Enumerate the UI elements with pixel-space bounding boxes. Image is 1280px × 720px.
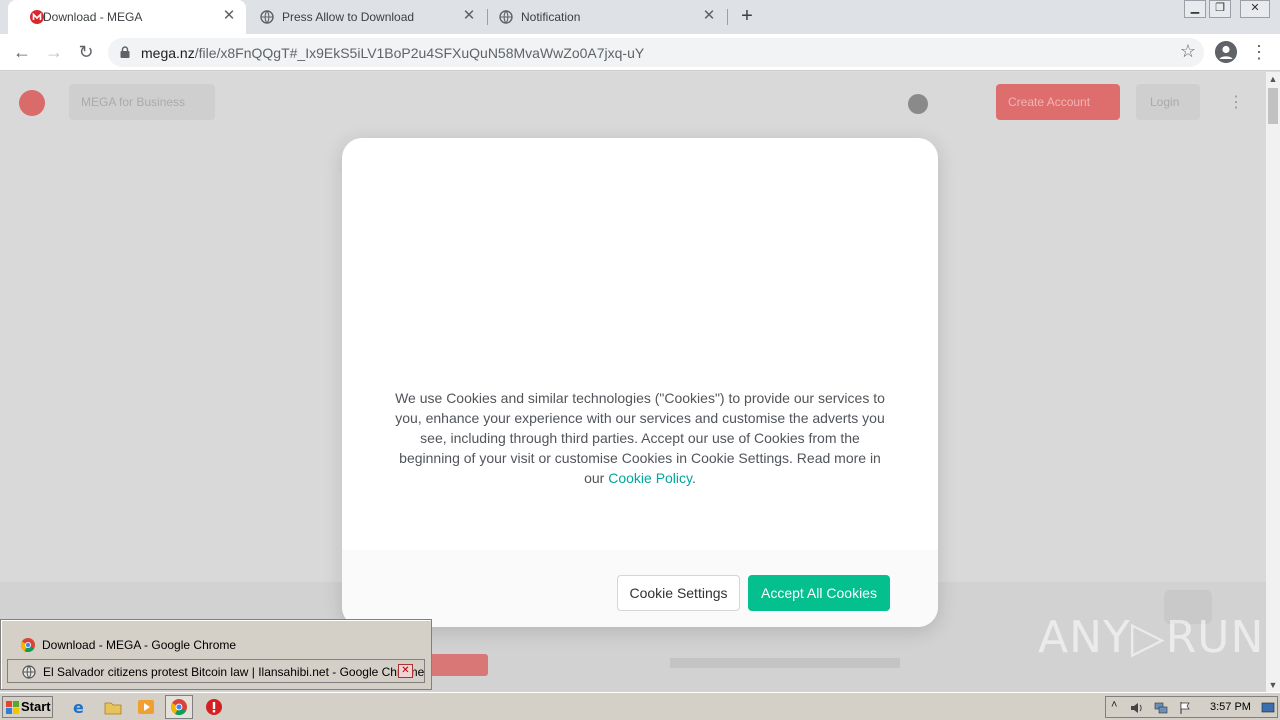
cookie-policy-link[interactable]: Cookie Policy <box>608 470 692 486</box>
lock-icon <box>120 46 130 58</box>
windows-flag-icon <box>6 701 19 714</box>
url-text: mega.nz/file/x8FnQQgT#_Ix9EkS5iLV1BoP2u4… <box>141 45 644 61</box>
network-icon[interactable] <box>1154 701 1168 715</box>
mega-logo-icon <box>30 10 44 24</box>
close-window-icon[interactable]: ✕ <box>398 664 413 678</box>
url-path: /file/x8FnQQgT#_Ix9EkS5iLV1BoP2u4SFXuQuN… <box>194 45 645 61</box>
back-arrow-icon[interactable]: ← <box>10 40 34 64</box>
system-tray: ˄ 3:57 PM <box>1105 696 1278 718</box>
mega-business-button[interactable]: MEGA for Business <box>69 84 215 120</box>
cookie-consent-dialog: We use Cookies and similar technologies … <box>342 138 938 627</box>
language-icon[interactable] <box>908 94 928 114</box>
tab-title: Press Allow to Download <box>282 10 415 24</box>
cookie-message: We use Cookies and similar technologies … <box>394 388 886 488</box>
show-desktop-icon[interactable] <box>1261 701 1275 715</box>
bookmark-star-icon[interactable]: ☆ <box>1180 41 1196 62</box>
forward-arrow-icon[interactable]: → <box>42 40 66 64</box>
media-player-icon[interactable] <box>137 698 155 716</box>
stop-icon[interactable] <box>205 698 223 716</box>
tab-close-icon[interactable]: ✕ <box>700 7 718 25</box>
browser-toolbar: ← → ↻ mega.nz/file/x8FnQQgT#_Ix9EkS5iLV1… <box>0 34 1280 71</box>
globe-icon <box>22 665 36 679</box>
cookie-trailing: . <box>692 470 696 486</box>
tab-close-icon[interactable]: ✕ <box>460 7 478 25</box>
start-button[interactable]: Start <box>2 696 53 718</box>
tab-close-icon[interactable]: ✕ <box>220 7 238 25</box>
page-scrollbar[interactable]: ▲ ▼ <box>1266 72 1280 692</box>
internet-explorer-icon[interactable]: e <box>71 698 89 716</box>
file-info-bg <box>670 658 900 668</box>
chrome-icon <box>171 699 187 715</box>
volume-icon[interactable] <box>1130 701 1144 715</box>
accept-all-cookies-button[interactable]: Accept All Cookies <box>748 575 890 611</box>
globe-icon <box>260 10 274 24</box>
reload-icon[interactable]: ↻ <box>74 40 98 64</box>
minimize-icon[interactable]: ▁ <box>1184 0 1206 18</box>
address-bar[interactable]: mega.nz/file/x8FnQQgT#_Ix9EkS5iLV1BoP2u4… <box>108 38 1204 67</box>
tab-press-allow[interactable]: Press Allow to Download ✕ <box>248 0 486 34</box>
close-window-icon[interactable]: ✕ <box>1240 0 1270 18</box>
scroll-up-arrow-icon[interactable]: ▲ <box>1266 72 1280 86</box>
window-list-label: El Salvador citizens protest Bitcoin law… <box>43 665 425 679</box>
create-account-button[interactable]: Create Account <box>996 84 1120 120</box>
folder-icon[interactable] <box>104 698 122 716</box>
profile-avatar-icon[interactable] <box>1215 41 1237 63</box>
tab-download-mega[interactable]: Download - MEGA ✕ <box>8 0 246 34</box>
download-button-bg <box>430 654 488 676</box>
tab-title: Download - MEGA <box>43 10 143 24</box>
mega-header: MEGA for Business Create Account Login ⋮ <box>0 72 1266 134</box>
window-list-label: Download - MEGA - Google Chrome <box>42 638 237 652</box>
restore-icon[interactable]: ❐ <box>1209 0 1231 18</box>
show-hidden-icons-icon[interactable]: ˄ <box>1111 699 1125 713</box>
start-label: Start <box>21 699 51 714</box>
tab-strip: Download - MEGA ✕ Press Allow to Downloa… <box>0 0 1280 34</box>
chrome-icon <box>21 638 35 652</box>
scroll-thumb[interactable] <box>1268 88 1278 124</box>
window-list-item[interactable]: El Salvador citizens protest Bitcoin law… <box>7 659 425 683</box>
page-menu-icon[interactable]: ⋮ <box>1228 92 1244 112</box>
svg-text:e: e <box>73 698 84 716</box>
cookie-settings-button[interactable]: Cookie Settings <box>617 575 740 611</box>
tab-separator <box>727 9 728 25</box>
new-tab-plus-icon[interactable]: + <box>737 6 757 27</box>
taskbar-chrome-button[interactable] <box>165 695 193 719</box>
mega-logo-icon[interactable] <box>19 90 45 116</box>
action-center-flag-icon[interactable] <box>1178 701 1192 715</box>
tab-notification[interactable]: Notification ✕ <box>488 0 726 34</box>
anyrun-watermark: ANY▷RUN <box>1038 612 1265 663</box>
windows-taskbar: Start e ˄ 3:57 PM <box>0 692 1280 720</box>
tab-title: Notification <box>521 10 581 24</box>
browser-menu-icon[interactable]: ⋮ <box>1250 41 1268 63</box>
login-button[interactable]: Login <box>1136 84 1200 120</box>
taskbar-window-list: Download - MEGA - Google Chrome El Salva… <box>0 619 432 690</box>
clock[interactable]: 3:57 PM <box>1210 701 1251 713</box>
url-host: mega.nz <box>141 45 195 61</box>
window-list-item[interactable]: Download - MEGA - Google Chrome <box>7 633 425 657</box>
scroll-down-arrow-icon[interactable]: ▼ <box>1266 678 1280 692</box>
globe-icon <box>499 10 513 24</box>
